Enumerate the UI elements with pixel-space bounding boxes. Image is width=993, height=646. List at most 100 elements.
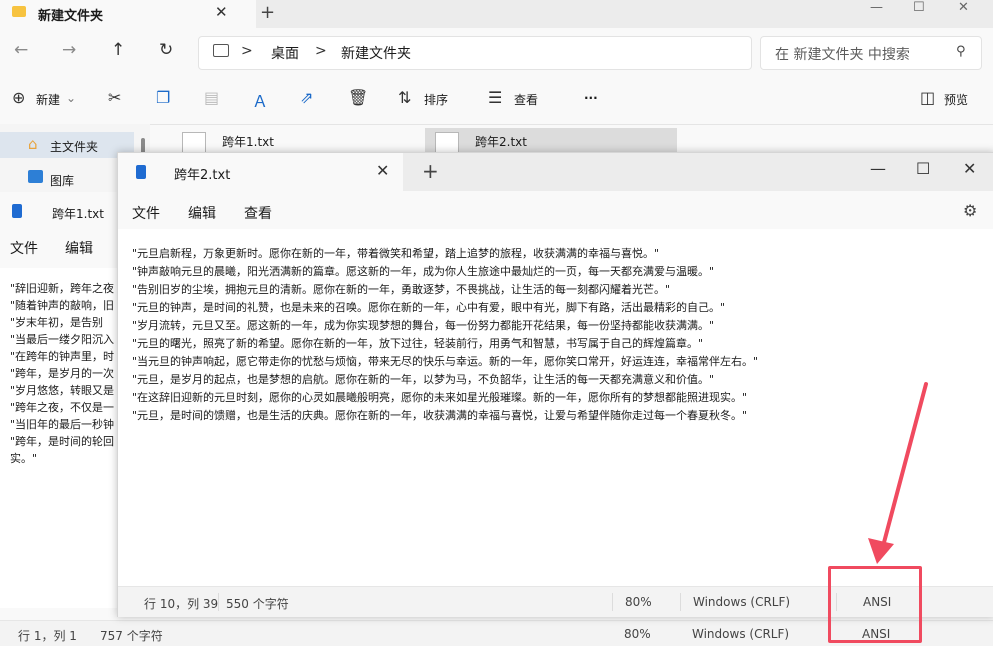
cursor-position: 行 10，列 39 — [144, 597, 219, 611]
sidebar-item-gallery[interactable]: 图库 — [0, 166, 134, 192]
gear-icon[interactable]: ⚙ — [963, 201, 977, 220]
copy-icon[interactable]: ❐ — [156, 88, 170, 107]
computer-icon — [213, 44, 229, 57]
notepad-back-text-area[interactable]: "辞旧迎新，跨年之夜 "随着钟声的敲响，旧 "岁末年初，是告别 "当最后一缕夕阳… — [0, 268, 117, 608]
menu-view[interactable]: 查看 — [244, 203, 272, 223]
cursor-position: 行 1，列 1 — [18, 629, 77, 643]
menu-file[interactable]: 文件 — [10, 238, 38, 258]
annotation-arrow — [868, 382, 928, 564]
sort-button[interactable]: 排序 — [424, 91, 448, 108]
status-divider — [612, 593, 613, 611]
arrow-head — [868, 538, 894, 564]
notepad-back-menubar: 文件 编辑 — [0, 238, 117, 258]
sidebar-item-label: 主文件夹 — [50, 140, 99, 154]
file-name: 跨年2.txt — [475, 135, 527, 149]
search-icon: ⚲ — [956, 44, 966, 59]
folder-icon — [12, 6, 26, 17]
preview-button[interactable]: 预览 — [944, 91, 968, 108]
search-input[interactable]: 在 新建文件夹 中搜索 ⚲ — [760, 36, 982, 70]
text-line: "跨年，是时间的轮回 — [10, 435, 115, 448]
explorer-toolbar: ⊕ 新建 ⌄ ✂ ❐ ▤ Ａ ⇗ 🗑 ⇅ 排序 ☰ 查看 ··· ◫ 预览 — [0, 78, 993, 125]
status-divider — [680, 593, 681, 611]
text-line: 实。" — [10, 452, 38, 465]
encoding-highlight-box — [828, 566, 922, 643]
new-tab-button[interactable]: + — [422, 159, 439, 183]
up-button[interactable]: ↑ — [111, 40, 125, 60]
breadcrumb-folder[interactable]: 新建文件夹 — [341, 43, 411, 63]
text-line: "元旦启新程，万象更新时。愿你在新的一年，带着微笑和希望，踏上追梦的旅程，收获满… — [132, 247, 660, 260]
line-ending[interactable]: Windows (CRLF) — [692, 627, 789, 641]
arrow-shaft — [880, 382, 928, 552]
menu-edit[interactable]: 编辑 — [65, 238, 93, 258]
text-line: "当元旦的钟声响起，愿它带走你的忧愁与烦恼，带来无尽的快乐与幸运。新的一年，愿你… — [132, 355, 759, 368]
text-line: "当旧年的最后一秒钟 — [10, 418, 115, 431]
char-count: 550 个字符 — [226, 597, 289, 611]
new-button[interactable]: 新建 — [36, 91, 60, 108]
sidebar-item-home[interactable]: ⌂ 主文件夹 — [0, 132, 134, 158]
preview-icon: ◫ — [920, 88, 936, 107]
text-line: "跨年，是岁月的一次 — [10, 367, 115, 380]
close-tab-icon[interactable]: ✕ — [376, 161, 389, 180]
notepad-back-tab-title: 跨年1.txt — [52, 207, 104, 221]
text-line: "钟声敲响元旦的晨曦，阳光洒满新的篇章。愿这新的一年，成为你人生旅途中最灿烂的一… — [132, 265, 715, 278]
sort-icon: ⇅ — [398, 88, 412, 107]
plus-circle-icon: ⊕ — [12, 88, 26, 107]
breadcrumb-desktop[interactable]: 桌面 — [271, 43, 299, 63]
refresh-button[interactable]: ↻ — [159, 40, 173, 60]
share-icon[interactable]: ⇗ — [300, 88, 313, 107]
notepad-menubar: 文件 编辑 查看 ⚙ — [118, 191, 993, 229]
more-button[interactable]: ··· — [584, 91, 598, 105]
text-line: "元旦的钟声，是时间的礼赞，也是未来的召唤。愿你在新的一年，心中有爱，眼中有光，… — [132, 301, 726, 314]
minimize-icon[interactable]: — — [870, 159, 886, 178]
text-line: "元旦，是岁月的起点，也是梦想的启航。愿你在新的一年，以梦为马，不负韶华，让生活… — [132, 373, 715, 386]
char-count: 757 个字符 — [100, 629, 163, 643]
delete-icon[interactable]: 🗑 — [348, 88, 368, 107]
chevron-down-icon: ⌄ — [66, 91, 77, 105]
breadcrumb-separator: > — [241, 43, 253, 59]
text-line: "辞旧迎新，跨年之夜 — [10, 282, 115, 295]
line-ending[interactable]: Windows (CRLF) — [693, 595, 790, 609]
text-line: "随着钟声的敲响，旧 — [10, 299, 115, 312]
paste-icon[interactable]: ▤ — [204, 88, 219, 107]
notepad-icon — [136, 165, 146, 179]
notepad-back-tab[interactable]: 跨年1.txt — [0, 192, 117, 230]
minimize-icon[interactable]: — — [870, 0, 883, 15]
close-window-icon[interactable]: ✕ — [963, 159, 976, 178]
text-line: "当最后一缕夕阳沉入 — [10, 333, 115, 346]
close-icon[interactable]: ✕ — [215, 3, 228, 21]
search-placeholder: 在 新建文件夹 中搜索 — [775, 47, 910, 63]
text-line: "岁月流转，元旦又至。愿这新的一年，成为你实现梦想的舞台，每一份努力都能开花结果… — [132, 319, 715, 332]
forward-button[interactable]: → — [62, 40, 76, 60]
text-line: "岁末年初，是告别 — [10, 316, 104, 329]
text-line: "元旦的曙光，照亮了新的希望。愿你在新的一年，放下过往，轻装前行，用勇气和智慧，… — [132, 337, 704, 350]
explorer-tab-title: 新建文件夹 — [38, 9, 104, 24]
view-button[interactable]: 查看 — [514, 91, 538, 108]
close-window-icon[interactable]: ✕ — [958, 0, 969, 15]
notepad-tab[interactable]: 跨年2.txt ✕ — [118, 153, 403, 191]
notepad-window-back: 跨年1.txt 文件 编辑 "辞旧迎新，跨年之夜 "随着钟声的敲响，旧 "岁末年… — [0, 192, 117, 645]
new-tab-button[interactable]: + — [260, 2, 275, 23]
notepad-tab-title: 跨年2.txt — [174, 168, 231, 183]
view-icon: ☰ — [488, 88, 503, 107]
zoom-level[interactable]: 80% — [625, 595, 652, 609]
text-line: "跨年之夜，不仅是一 — [10, 401, 115, 414]
text-line: "在跨年的钟声里，时 — [10, 350, 115, 363]
menu-edit[interactable]: 编辑 — [188, 203, 216, 223]
sidebar-item-label: 图库 — [50, 174, 75, 188]
text-line: "岁月悠悠，转眼又是 — [10, 384, 115, 397]
back-button[interactable]: ← — [14, 40, 28, 60]
zoom-level[interactable]: 80% — [624, 627, 651, 641]
address-bar[interactable]: > 桌面 > 新建文件夹 — [198, 36, 752, 70]
text-line: "在这辞旧迎新的元旦时刻，愿你的心灵如晨曦般明亮，愿你的未来如星光般璀璨。新的一… — [132, 391, 748, 404]
maximize-icon[interactable]: ☐ — [916, 159, 930, 178]
rename-icon[interactable]: Ａ — [252, 88, 268, 112]
explorer-tab[interactable]: 新建文件夹 ✕ — [0, 0, 256, 28]
menu-file[interactable]: 文件 — [132, 203, 160, 223]
file-name: 跨年1.txt — [222, 135, 274, 149]
notepad-icon — [12, 204, 22, 218]
status-divider — [218, 593, 219, 611]
cut-icon[interactable]: ✂ — [108, 88, 121, 107]
maximize-icon[interactable]: ☐ — [913, 0, 925, 15]
home-icon: ⌂ — [28, 135, 38, 153]
text-line: "告别旧岁的尘埃，拥抱元旦的清新。愿你在新的一年，勇敢逐梦，不畏挑战，让生活的每… — [132, 283, 671, 296]
